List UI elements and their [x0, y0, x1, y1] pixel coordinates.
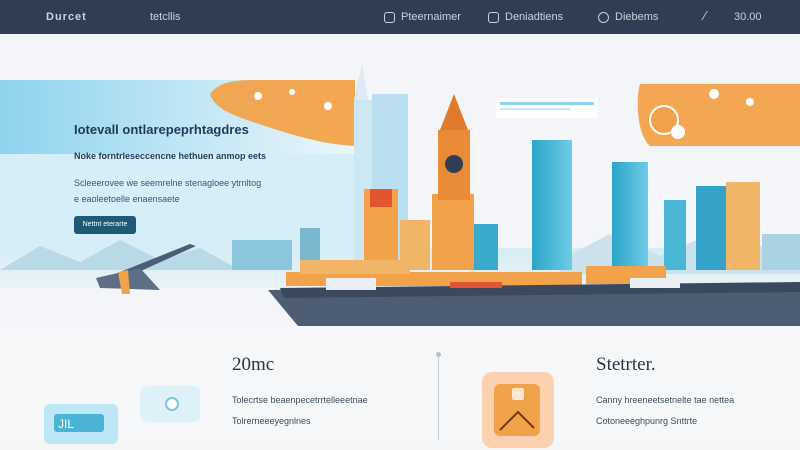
price-label: 30.00 — [734, 11, 762, 23]
site-logo[interactable]: Durcet — [46, 11, 87, 23]
nav-item-label: Deniadtiens — [505, 11, 564, 23]
hero-banner: Iotevall ontlarepeprhtagdres Noke forntr… — [0, 34, 800, 326]
feature-2-line-2: Cotoneeeghpunrg Snttrte — [596, 416, 698, 426]
camera-icon — [488, 11, 499, 23]
nav-item-label: Pteernaimer — [401, 11, 461, 23]
hero-body-line-2: e eaoleetoelle enaensaete — [74, 194, 180, 204]
grid-icon — [384, 11, 395, 23]
feature-section: JIL 20mc Tolecrtse beaenpecetrrtelleeetn… — [0, 326, 800, 448]
hero-cta-button[interactable]: Nettnt eterarte — [74, 216, 136, 234]
section-divider — [438, 354, 439, 440]
top-nav-bar: Durcet tetcllis Pteernaimer Deniadtiens … — [0, 0, 800, 34]
hero-title: Iotevall ontlarepeprhtagdres — [74, 122, 249, 137]
nav-item-label: Diebems — [615, 11, 659, 23]
chart-card-icon — [482, 372, 554, 448]
nav-item-2[interactable]: Deniadtiens — [488, 11, 563, 23]
feature-1-stat: 20mc — [232, 354, 275, 375]
leaf-icon[interactable]: ∕ — [704, 8, 706, 23]
feature-1-line-2: Tolrerneeeyegnlnes — [232, 416, 311, 426]
divider-dot — [436, 352, 441, 357]
hero-body-line-1: Scleeerovee we seemrelne stenagloee ytrn… — [74, 178, 262, 188]
feature-1-line-1: Tolecrtse beaenpecetrrtelleeetnae — [232, 395, 368, 405]
hero-text-block: Iotevall ontlarepeprhtagdres Noke forntr… — [74, 122, 304, 207]
nav-link[interactable]: tetcllis — [150, 11, 181, 23]
hero-subtitle: Noke forntrleseccencne hethuen anmop eet… — [74, 151, 267, 161]
gear-icon — [598, 11, 609, 23]
svg-text:JIL: JIL — [58, 417, 74, 431]
feature-2-stat: Stetrter. — [596, 354, 656, 375]
nav-item-3[interactable]: Diebems — [598, 11, 658, 23]
feature-2-line-1: Canny hreeneetsetnelte tae nettea — [596, 395, 735, 405]
nav-item-1[interactable]: Pteernaimer — [384, 11, 461, 23]
